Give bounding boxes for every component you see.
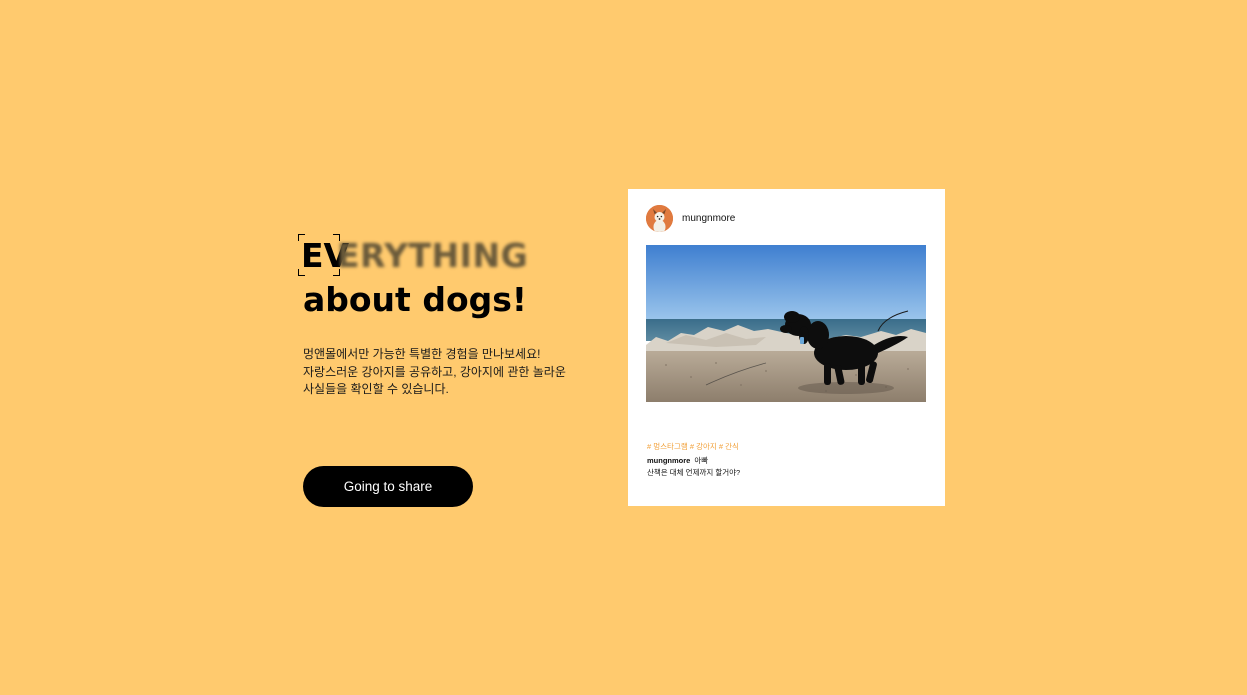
description-line-2: 자랑스러운 강아지를 공유하고, 강아지에 관한 놀라운 <box>303 364 566 379</box>
instagram-post-card: mungnmore # 멍스타그램 # 강아지 # 간식 mungnmore 아… <box>628 189 945 506</box>
headline-everything: EV ERYTHING <box>298 234 598 278</box>
hero-description: 멍앤몰에서만 가능한 특별한 경험을 만나보세요! 자랑스러운 강아지를 공유하… <box>303 346 598 399</box>
post-username[interactable]: mungnmore <box>682 213 735 224</box>
dog-avatar-icon[interactable] <box>646 205 673 232</box>
description-line-3: 사실들을 확인할 수 있습니다. <box>303 382 449 396</box>
blurred-letters: ERYTHING <box>337 236 529 275</box>
caption-username[interactable]: mungnmore <box>647 456 690 465</box>
caption-second-line: 산책은 대체 언제까지 할거야? <box>647 468 741 477</box>
post-hashtags[interactable]: # 멍스타그램 # 강아지 # 간식 <box>647 441 739 452</box>
caption-text: 아빠 <box>694 456 709 465</box>
description-line-1: 멍앤몰에서만 가능한 특별한 경험을 만나보세요! <box>303 347 541 361</box>
post-caption: mungnmore 아빠 <box>647 455 708 466</box>
headline-about-dogs: about dogs! <box>303 280 527 319</box>
post-photo <box>646 245 926 402</box>
focus-frame: EV <box>298 234 349 276</box>
going-to-share-button[interactable]: Going to share <box>303 466 473 507</box>
post-header: mungnmore <box>646 205 735 232</box>
focus-bracket-top-left <box>298 234 305 241</box>
hero-section: EV ERYTHING about dogs! 멍앤몰에서만 가능한 특별한 경… <box>298 234 598 399</box>
focus-bracket-bottom-left <box>298 269 305 276</box>
black-dog-walking-photo <box>646 245 926 402</box>
